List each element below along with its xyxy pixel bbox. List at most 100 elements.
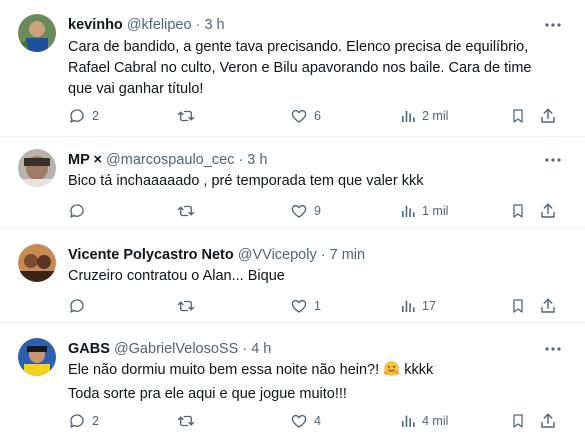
timestamp[interactable]: 3 h [204, 17, 224, 33]
reply-button[interactable]: 2 [68, 106, 99, 126]
retweet-icon [176, 107, 196, 125]
tweet-header: GABS @GabrielVelosoSS · 4 h [68, 340, 271, 358]
share-button[interactable] [539, 201, 557, 221]
retweet-icon [176, 297, 196, 315]
views-button[interactable]: 17 [400, 296, 436, 316]
tweet-header: kevinho @kfelipeo · 3 h [68, 16, 225, 34]
tweet-line: Toda sorte pra ele aqui e que jogue muit… [68, 386, 347, 402]
retweet-icon [176, 202, 196, 220]
display-name[interactable]: GABS [68, 341, 110, 357]
reply-icon [68, 202, 86, 220]
tweet-line-text: Ele não dormiu muito bem essa noite não … [68, 362, 380, 378]
bookmark-button[interactable] [510, 411, 526, 431]
tweet-text: Ele não dormiu muito bem essa noite não … [68, 360, 555, 405]
tweet-actions: 9 1 mil [68, 201, 568, 221]
bookmark-button[interactable] [510, 201, 526, 221]
tweet-line: Cara de bandido, a gente tava precisando… [68, 39, 529, 55]
tweet-actions: 2 4 4 mil [68, 411, 568, 431]
reply-button[interactable] [68, 201, 92, 221]
tweet-line: que vai ganhar título! [68, 81, 204, 97]
avatar[interactable] [18, 338, 56, 376]
views-count: 4 mil [422, 414, 449, 428]
retweet-button[interactable] [176, 106, 202, 126]
user-handle[interactable]: @GabrielVelosoSS [114, 341, 238, 357]
share-icon [539, 297, 557, 315]
tweet-gabs[interactable]: GABS @GabrielVelosoSS · 4 h Ele não dorm… [0, 323, 585, 437]
like-button[interactable]: 9 [290, 201, 321, 221]
views-icon [400, 107, 416, 125]
like-icon [290, 412, 308, 430]
more-horizontal-icon[interactable] [543, 151, 563, 169]
share-icon [539, 107, 557, 125]
bookmark-icon [510, 202, 526, 220]
user-handle[interactable]: @marcospaulo_cec [106, 152, 234, 168]
views-icon [400, 202, 416, 220]
avatar[interactable] [18, 14, 56, 52]
reply-icon [68, 412, 86, 430]
tweet-mp[interactable]: MP × @marcospaulo_cec · 3 h Bico tá inch… [0, 137, 585, 229]
reply-button[interactable] [68, 296, 92, 316]
tweet-line: Bico tá inchaaaaado , pré temporada tem … [68, 173, 424, 189]
separator: · [320, 247, 326, 263]
avatar[interactable] [18, 149, 56, 187]
more-horizontal-icon[interactable] [543, 340, 563, 358]
separator: · [238, 152, 244, 168]
retweet-button[interactable] [176, 201, 202, 221]
display-name[interactable]: Vicente Polycastro Neto [68, 247, 234, 263]
reply-button[interactable]: 2 [68, 411, 99, 431]
reply-count: 2 [92, 414, 99, 428]
share-icon [539, 202, 557, 220]
bookmark-button[interactable] [510, 106, 526, 126]
share-button[interactable] [539, 106, 557, 126]
reply-count: 2 [92, 109, 99, 123]
tweet-line: Cruzeiro contratou o Alan... Bique [68, 268, 285, 284]
reply-icon [68, 297, 86, 315]
tweet-kevinho[interactable]: kevinho @kfelipeo · 3 h Cara de bandido,… [0, 0, 585, 137]
bookmark-icon [510, 297, 526, 315]
tweet-actions: 2 6 2 mil [68, 106, 568, 126]
timestamp[interactable]: 4 h [251, 341, 271, 357]
more-horizontal-icon[interactable] [543, 16, 563, 34]
like-count: 4 [314, 414, 321, 428]
tweet-line: Ele não dormiu muito bem essa noite não … [68, 360, 555, 384]
user-handle[interactable]: @kfelipeo [127, 17, 192, 33]
views-count: 17 [422, 299, 436, 313]
views-count: 2 mil [422, 109, 449, 123]
share-button[interactable] [539, 411, 557, 431]
separator: · [195, 17, 201, 33]
share-icon [539, 412, 557, 430]
like-button[interactable]: 4 [290, 411, 321, 431]
retweet-button[interactable] [176, 296, 202, 316]
bookmark-icon [510, 107, 526, 125]
display-name[interactable]: MP × [68, 152, 102, 168]
retweet-button[interactable] [176, 411, 202, 431]
views-icon [400, 297, 416, 315]
tweet-actions: 1 17 [68, 296, 568, 316]
tweet-text: Cara de bandido, a gente tava precisando… [68, 37, 555, 100]
tweet-header: MP × @marcospaulo_cec · 3 h [68, 151, 267, 169]
like-count: 9 [314, 204, 321, 218]
like-icon [290, 202, 308, 220]
tweet-text: Bico tá inchaaaaado , pré temporada tem … [68, 171, 555, 192]
user-handle[interactable]: @VVicepoly [238, 247, 317, 263]
like-button[interactable]: 6 [290, 106, 321, 126]
views-button[interactable]: 4 mil [400, 411, 448, 431]
tweet-vicente[interactable]: Vicente Polycastro Neto @VVicepoly · 7 m… [0, 229, 585, 323]
separator: · [242, 341, 248, 357]
views-icon [400, 412, 416, 430]
like-button[interactable]: 1 [290, 296, 321, 316]
retweet-icon [176, 412, 196, 430]
views-count: 1 mil [422, 204, 449, 218]
tweet-header: Vicente Polycastro Neto @VVicepoly · 7 m… [68, 246, 365, 264]
timestamp[interactable]: 7 min [330, 247, 365, 263]
views-button[interactable]: 1 mil [400, 201, 448, 221]
views-button[interactable]: 2 mil [400, 106, 448, 126]
avatar[interactable] [18, 244, 56, 282]
timestamp[interactable]: 3 h [247, 152, 267, 168]
like-icon [290, 107, 308, 125]
display-name[interactable]: kevinho [68, 17, 123, 33]
bookmark-button[interactable] [510, 296, 526, 316]
hugging-face-emoji [383, 360, 400, 384]
reply-icon [68, 107, 86, 125]
share-button[interactable] [539, 296, 557, 316]
